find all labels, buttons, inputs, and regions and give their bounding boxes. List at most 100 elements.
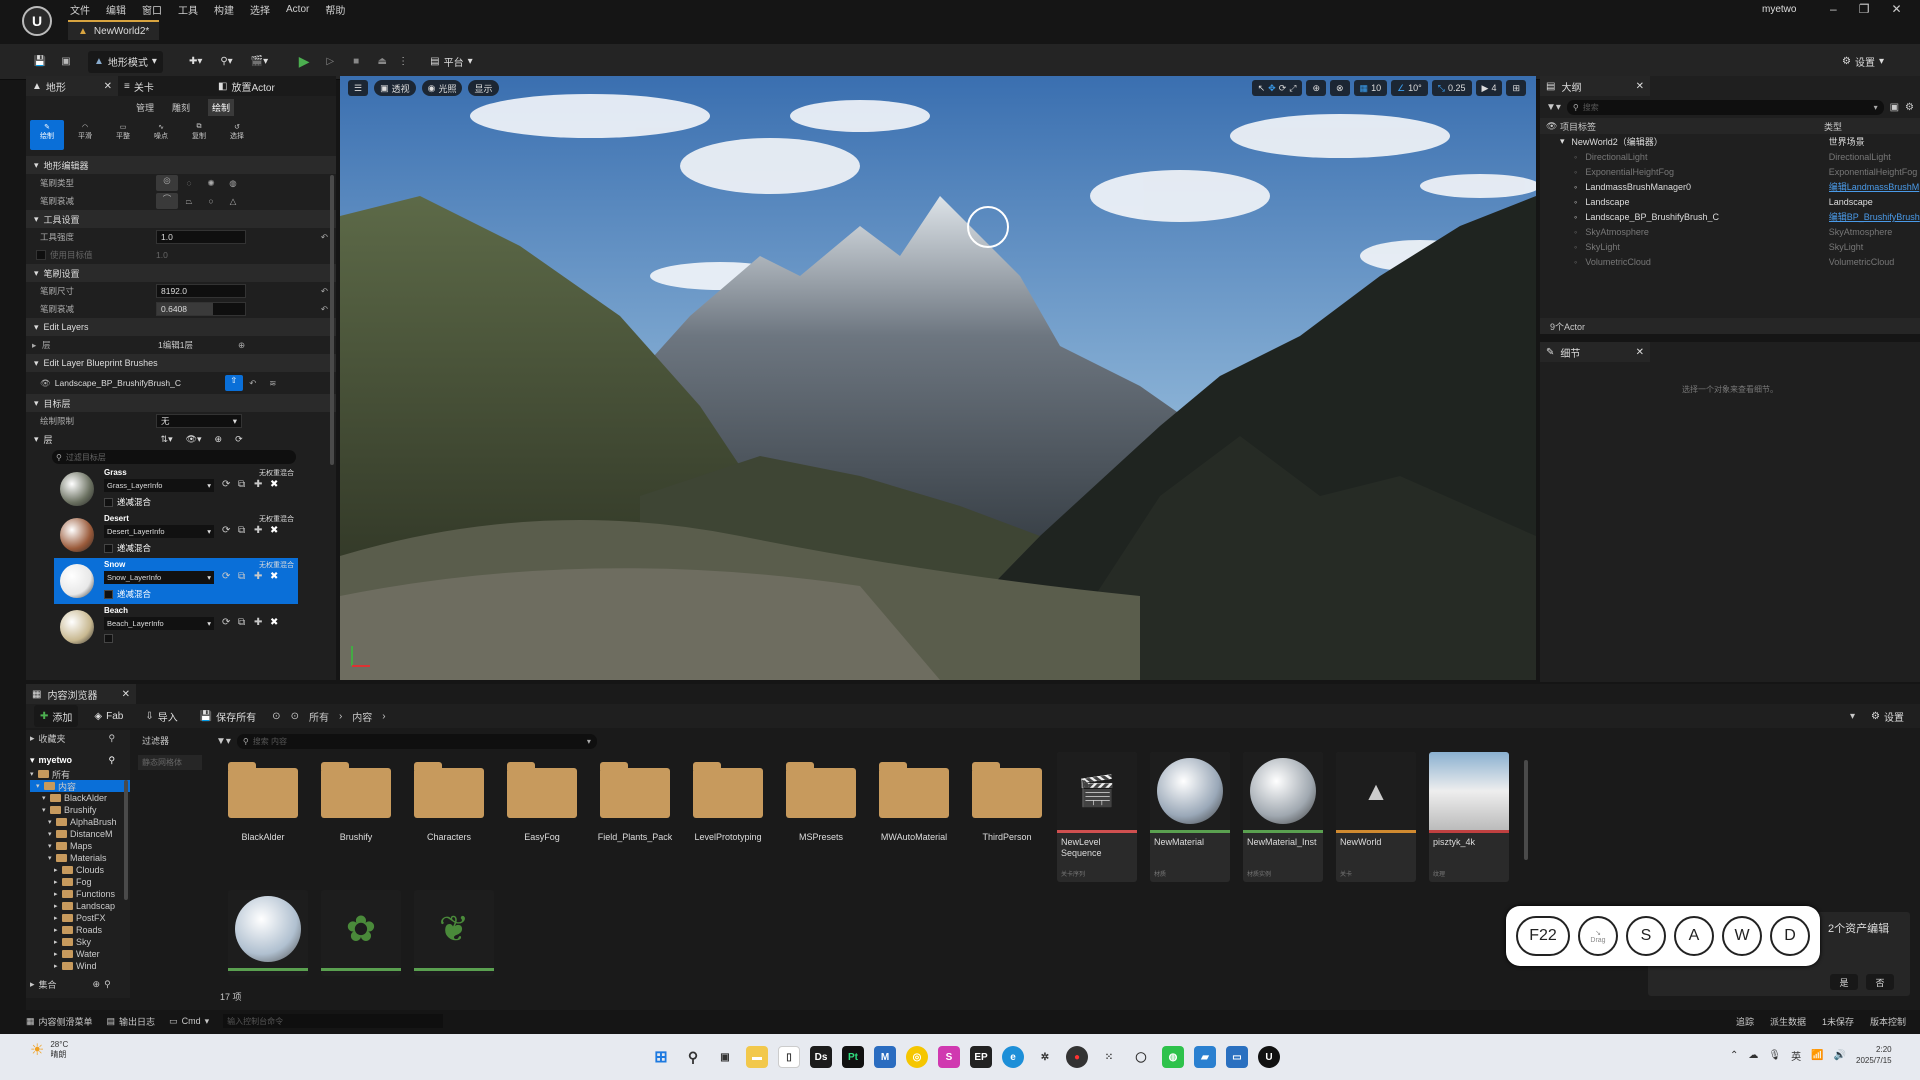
unsaved-button[interactable]: 1未保存 — [1822, 1015, 1854, 1028]
asset-tile[interactable]: NewMaterial_Inst 材质实例 — [1243, 752, 1323, 882]
tree-folder[interactable]: ▸ Sky — [30, 936, 130, 948]
eye-icon[interactable]: 👁 — [40, 378, 51, 389]
lit-button[interactable]: ◉ 光照 — [421, 80, 463, 96]
add-icon[interactable]: ✚ — [254, 525, 262, 536]
network-icon[interactable]: ✲ — [1034, 1046, 1056, 1068]
fab-button[interactable]: ◈ Fab — [88, 705, 129, 727]
document-tab[interactable]: ▲ NewWorld2* — [68, 20, 160, 40]
tree-folder[interactable]: ▾ AlphaBrush — [30, 816, 130, 828]
section-layers[interactable]: ▾ 层 ⇅▾ 👁▾ ⊕ ⟳ — [26, 430, 336, 448]
perspective-button[interactable]: ▣ 透视 — [374, 80, 416, 96]
breadcrumb-content[interactable]: 内容 — [352, 709, 372, 724]
scale-snap-button[interactable]: ⤡ 0.25 — [1431, 80, 1472, 96]
subtab-manage[interactable]: 管理 — [136, 101, 154, 114]
asset-tile[interactable] — [228, 890, 308, 976]
col-type[interactable]: 类型 — [1824, 120, 1842, 133]
target-layer-item[interactable]: Snow 无权重混合 Snow_LayerInfo ▾ ⟳ ⧉ ✚ ✖ 递减混合 — [54, 558, 298, 604]
tray-expand-icon[interactable]: ⌃ — [1730, 1050, 1738, 1061]
menu-window[interactable]: 窗口 — [142, 2, 162, 17]
folder-tile[interactable]: Field_Plants_Pack — [592, 758, 672, 848]
tool-strength-field[interactable]: 1.0 — [156, 230, 246, 244]
maximize-icon[interactable]: ❐ — [1859, 2, 1870, 16]
derived-data-button[interactable]: 派生数据 — [1770, 1015, 1806, 1028]
copy-icon[interactable]: ⧉ — [238, 525, 245, 536]
volume-icon[interactable]: 🔊 — [1834, 1050, 1846, 1061]
section-tool-settings[interactable]: ▾ 工具设置 — [26, 210, 336, 228]
search-icon[interactable]: ⚲ — [109, 733, 116, 744]
section-brush-editor[interactable]: ▾ 地形编辑器 — [26, 156, 336, 174]
camera-speed-button[interactable]: ▶ 4 — [1475, 80, 1503, 96]
asset-tile[interactable]: ❦ — [414, 890, 494, 976]
reset-icon[interactable]: ↶ — [321, 304, 328, 315]
tab-level[interactable]: ≡ 关卡 — [118, 76, 202, 96]
filter-icon[interactable]: ▼▾ — [1546, 102, 1561, 113]
noise-blend-checkbox[interactable]: 递减混合 — [104, 542, 151, 554]
layer-info-dropdown[interactable]: Desert_LayerInfo ▾ — [104, 525, 214, 538]
menu-file[interactable]: 文件 — [70, 2, 90, 17]
tree-folder[interactable]: ▸ Fog — [30, 876, 130, 888]
section-brush-settings[interactable]: ▾ 笔刷设置 — [26, 264, 336, 282]
popup-yes-button[interactable]: 是 — [1830, 974, 1858, 990]
import-button[interactable]: ⇩ 导入 — [139, 705, 183, 727]
cmd-dropdown[interactable]: ▭ Cmd ▾ — [169, 1016, 209, 1027]
settings-button[interactable]: ⚙ 设置 ▾ — [1836, 51, 1890, 73]
add-circle-icon[interactable]: ⊕ — [215, 434, 223, 445]
subtab-paint[interactable]: 绘制 — [208, 98, 235, 116]
subtab-sculpt[interactable]: 雕刻 — [172, 101, 190, 114]
notepad-icon[interactable]: ▯ — [778, 1046, 800, 1068]
history-back-icon[interactable]: ⊙ — [272, 711, 280, 722]
asset-search-input[interactable]: ⚲ 搜索 内容 ▾ — [236, 734, 597, 749]
refresh-icon[interactable]: ⟳ — [222, 479, 230, 490]
cloud-icon[interactable]: ☁ — [1748, 1050, 1758, 1061]
favorites-header[interactable]: ▸ 收藏夹 ⚲ — [26, 730, 130, 746]
edge-icon[interactable]: e — [1002, 1046, 1024, 1068]
delete-icon[interactable]: ✖ — [270, 479, 278, 490]
folder-tile[interactable]: EasyFog — [499, 758, 579, 848]
menu-tools[interactable]: 工具 — [178, 2, 198, 17]
tool-copy[interactable]: ⧉ 复制 — [182, 120, 216, 150]
angle-snap-button[interactable]: ∠ 10° — [1391, 80, 1428, 96]
layer-info-dropdown[interactable]: Snow_LayerInfo ▾ — [104, 571, 214, 584]
add-actor-button[interactable]: ✚▾ — [183, 51, 208, 73]
unreal-taskbar-icon[interactable]: U — [1258, 1046, 1280, 1068]
chevron-right-icon[interactable]: ▸ — [32, 340, 42, 351]
outliner-search[interactable]: ⚲ 搜索 ▾ — [1566, 99, 1884, 115]
folder-tile[interactable]: MSPresets — [778, 758, 858, 848]
folder-tile[interactable]: MWAutoMaterial — [871, 758, 951, 848]
copy-icon[interactable]: ⧉ — [238, 617, 245, 628]
file-explorer-icon[interactable]: ▬ — [746, 1046, 768, 1068]
task-view-icon[interactable]: ▣ — [714, 1046, 736, 1068]
close-icon[interactable]: ✕ — [1636, 347, 1644, 358]
asset-tile[interactable]: pisztyk_4k 纹理 — [1429, 752, 1509, 882]
history-forward-icon[interactable]: ⊙ — [291, 711, 299, 722]
noise-blend-checkbox[interactable] — [104, 634, 117, 643]
checkbox[interactable] — [36, 250, 46, 260]
asset-tile[interactable]: ✿ — [321, 890, 401, 976]
falloff-spherical-icon[interactable]: ○ — [200, 196, 222, 206]
outliner-row[interactable]: ▾ NewWorld2（编辑器） 世界场景 — [1540, 134, 1920, 149]
source-control-button[interactable]: 版本控制 — [1870, 1015, 1906, 1028]
tab-place-actor[interactable]: ◧ 放置Actor — [202, 76, 275, 96]
delete-icon[interactable]: ✖ — [270, 571, 278, 582]
search-icon[interactable]: ⚲ — [104, 979, 111, 990]
folder-tile[interactable]: ThirdPerson — [964, 758, 1044, 848]
show-button[interactable]: 显示 — [468, 80, 499, 96]
refresh-icon[interactable]: ⟳ — [222, 525, 230, 536]
tree-folder[interactable]: ▸ Clouds — [30, 864, 130, 876]
redo-icon[interactable]: ≋ — [263, 378, 283, 389]
output-log-button[interactable]: ▤ 输出日志 — [107, 1015, 156, 1028]
bp-brush-row[interactable]: 👁 Landscape_BP_BrushifyBrush_C ⇧ ↶ ≋ — [26, 372, 336, 394]
menu-select[interactable]: 选择 — [250, 2, 270, 17]
save-all-button[interactable]: 💾 保存所有 — [194, 705, 262, 727]
chat-icon[interactable]: ◯ — [1130, 1046, 1152, 1068]
trace-button[interactable]: 追踪 — [1736, 1015, 1754, 1028]
outliner-row[interactable]: ◦ DirectionalLight DirectionalLight — [1540, 149, 1920, 164]
add-icon[interactable]: ✚ — [254, 479, 262, 490]
add-circle-icon[interactable]: ⊕ — [238, 340, 245, 351]
outliner-row[interactable]: ◦ Landscape Landscape — [1540, 194, 1920, 209]
blueprint-button[interactable]: ⚲▾ — [214, 51, 238, 73]
add-folder-icon[interactable]: ▣ — [1890, 102, 1899, 113]
menu-build[interactable]: 构建 — [214, 2, 234, 17]
left-scrollbar[interactable] — [330, 175, 334, 465]
wifi-icon[interactable]: 📶 — [1811, 1050, 1823, 1061]
